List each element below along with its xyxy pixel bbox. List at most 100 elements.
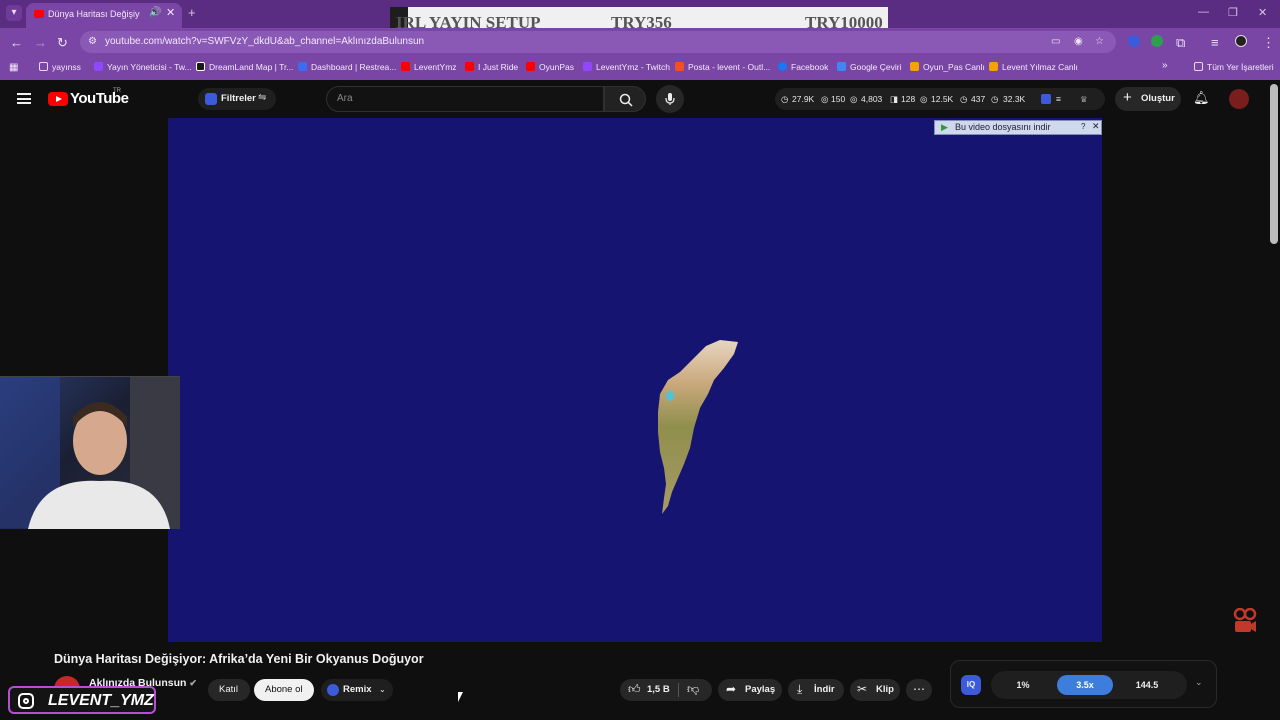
browser-menu-icon[interactable]: ⋮ (1262, 35, 1275, 51)
bookmark-label: I Just Ride (478, 62, 519, 72)
clip-label: Klip (876, 684, 894, 695)
minimize-button[interactable]: — (1198, 6, 1209, 18)
stat-value: 32.3K (1003, 94, 1026, 104)
iq-percent-value[interactable]: 1% (997, 675, 1049, 695)
bookmark-item[interactable]: yayınss (39, 62, 81, 72)
create-button[interactable]: + Oluştur (1115, 87, 1181, 111)
back-arrow-icon[interactable]: ← (10, 35, 23, 50)
close-window-button[interactable]: ✕ (1258, 6, 1267, 19)
extension-stats-bar: ◷ 27.9K ◎ 150 ◎ 4,803 ◨ 128 ◎ 12.5K ◷ 43… (775, 88, 1105, 110)
filters-label: Filtreler (221, 93, 256, 104)
bookmark-item[interactable]: Levent Yılmaz Canlı (989, 62, 1078, 72)
youtube-icon (526, 62, 535, 71)
like-count[interactable]: 1,5 B (647, 684, 670, 695)
bookmark-label: yayınss (52, 62, 81, 72)
download-button[interactable]: ⤓ İndir (788, 679, 844, 701)
chevron-down-icon[interactable]: ⌄ (1195, 677, 1203, 688)
site-info-icon[interactable]: ⚙ (88, 36, 97, 47)
install-app-icon[interactable]: ▭ (1051, 36, 1060, 47)
extension-icon[interactable] (1151, 35, 1163, 47)
browser-tab-active[interactable]: Dünya Haritası Değişiyor: A 🔊 ✕ (26, 3, 182, 28)
bookmark-item[interactable]: DreamLand Map | Tr... (196, 62, 293, 72)
trophy-icon[interactable]: ♕ (1080, 94, 1088, 105)
bookmark-item[interactable]: Google Çeviri (837, 62, 902, 72)
bookmark-star-icon[interactable]: ☆ (1095, 36, 1104, 47)
iq-speed-value[interactable]: 3.5x (1057, 675, 1113, 695)
instagram-handle: LEVENT_YMZ (48, 692, 154, 709)
bookmark-item[interactable]: LeventYmz - Twitch (583, 62, 670, 72)
iq-extension-icon[interactable] (1041, 94, 1051, 104)
bookmark-item[interactable]: I Just Ride (465, 62, 518, 72)
close-tab-icon[interactable]: ✕ (166, 6, 175, 19)
remix-button[interactable]: Remix ⌄ (321, 679, 393, 701)
like-icon[interactable]: 👍︎ (628, 682, 641, 697)
media-control-icon[interactable]: ≡ (1211, 35, 1219, 50)
bookmark-item[interactable]: LeventYmz (401, 62, 457, 72)
url-text: youtube.com/watch?v=SWFVzY_dkdU&ab_chann… (105, 36, 425, 47)
all-bookmarks-folder[interactable]: Tüm Yer İşaretleri (1194, 62, 1274, 72)
streamer-webcam (0, 376, 180, 529)
address-bar[interactable]: ⚙ youtube.com/watch?v=SWFVzY_dkdU&ab_cha… (80, 31, 1116, 53)
tab-search-button[interactable]: ▾ (6, 5, 22, 21)
account-avatar[interactable] (1229, 89, 1249, 109)
notifications-bell-icon[interactable]: 🔔︎ (1193, 90, 1210, 106)
tracking-protection-icon[interactable]: ◉ (1074, 36, 1083, 47)
remix-label: Remix (343, 684, 372, 695)
share-button[interactable]: ➦ Paylaş (718, 679, 782, 701)
verified-check-icon: ✔ (189, 678, 197, 688)
film-camera-icon (1233, 608, 1257, 632)
youtube-logo-icon[interactable] (48, 92, 68, 106)
page-icon (196, 62, 205, 71)
bookmark-item[interactable]: Facebook (778, 62, 828, 72)
chevron-down-icon[interactable]: ⌄ (379, 685, 386, 694)
bookmark-item[interactable]: Dashboard | Restrea... (298, 62, 396, 72)
subscribe-button[interactable]: Abone ol (254, 679, 314, 701)
search-button[interactable] (604, 86, 646, 112)
bookmark-label: Levent Yılmaz Canlı (1002, 62, 1078, 72)
country-code: TR (113, 88, 121, 94)
mouse-cursor (458, 692, 463, 702)
browser-toolbar: ← → ↻ ⚙ youtube.com/watch?v=SWFVzY_dkdU&… (0, 28, 1280, 56)
voice-search-button[interactable] (656, 85, 684, 113)
dislike-icon[interactable]: 👎︎ (687, 682, 699, 697)
more-actions-button[interactable]: ⋯ (906, 679, 932, 701)
bookmark-item[interactable]: Oyun_Pas Canlı (910, 62, 985, 72)
apps-grid-icon[interactable]: ▦ (9, 62, 18, 73)
thumb-icon: ◨ (890, 94, 899, 104)
iq-extension-icon (327, 684, 339, 696)
stat-value: 4,803 (861, 94, 883, 104)
bookmark-label: Google Çeviri (850, 62, 902, 72)
instagram-handle-overlay: LEVENT_YMZ (8, 686, 156, 714)
iq-number-value[interactable]: 144.5 (1121, 675, 1173, 695)
filters-button[interactable]: Filtreler ⇋ (198, 88, 276, 110)
youtube-icon (465, 62, 474, 71)
bookmark-label: DreamLand Map | Tr... (209, 62, 294, 72)
bookmark-label: Oyun_Pas Canlı (923, 62, 985, 72)
extensions-puzzle-icon[interactable]: ⧉ (1176, 35, 1185, 51)
tab-title: Dünya Haritası Değişiyor: A (48, 9, 140, 19)
stat-value: 27.9K (792, 94, 815, 104)
reload-icon[interactable]: ↻ (57, 35, 68, 51)
twitch-icon (583, 62, 592, 71)
list-icon[interactable]: ≡ (1056, 94, 1061, 104)
new-tab-button[interactable]: + (188, 5, 196, 20)
bookmark-item[interactable]: Yayın Yöneticisi - Tw... (94, 62, 192, 72)
page-scrollbar[interactable] (1270, 84, 1278, 244)
speaker-icon[interactable]: 🔊 (149, 7, 161, 18)
video-player[interactable]: ▶ Bu video dosyasını indir ? ✕ (168, 118, 1102, 642)
profile-avatar-icon[interactable] (1235, 35, 1247, 47)
bookmark-item[interactable]: OyunPas (526, 62, 574, 72)
more-bookmarks-chevron-icon[interactable]: » (1162, 60, 1168, 71)
hamburger-menu-icon[interactable] (17, 93, 31, 104)
eye-icon: ◎ (821, 94, 829, 104)
extension-icon[interactable] (1128, 35, 1140, 47)
scissors-icon: ✂ (857, 682, 868, 696)
iq-extension-panel: IQ 1% 3.5x 144.5 ⌄ (950, 660, 1217, 708)
search-placeholder: Ara (337, 93, 353, 104)
search-input[interactable]: Ara (326, 86, 604, 112)
clip-button[interactable]: ✂ Klip (850, 679, 900, 701)
forward-arrow-icon[interactable]: → (34, 35, 47, 50)
maximize-button[interactable]: ❐ (1228, 6, 1238, 19)
join-button[interactable]: Katıl (208, 679, 250, 701)
bookmark-item[interactable]: Posta - levent - Outl... (675, 62, 770, 72)
